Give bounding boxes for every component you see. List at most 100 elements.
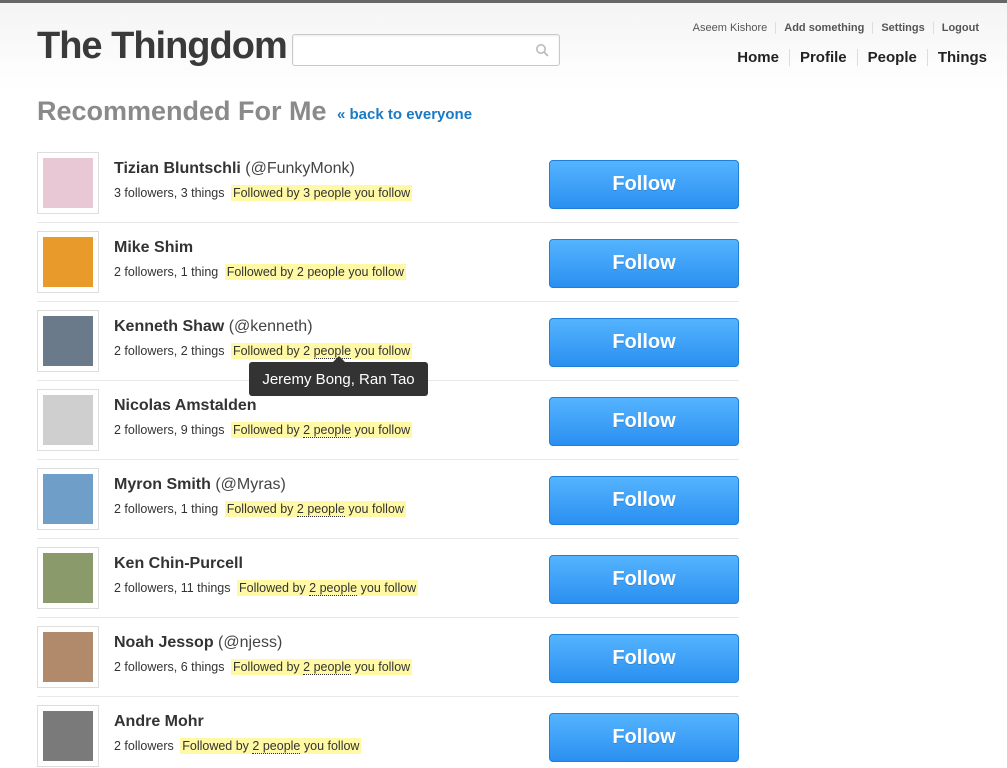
followed-by-badge: Followed by 3 people you follow — [230, 185, 413, 201]
followers-tooltip: Jeremy Bong, Ran Tao — [249, 356, 428, 396]
avatar[interactable] — [37, 389, 99, 451]
user-name-link[interactable]: Aseem Kishore — [685, 22, 776, 34]
logout-link[interactable]: Logout — [932, 22, 987, 34]
person-name-line: Ken Chin-Purcell — [114, 555, 243, 573]
search-icon[interactable] — [535, 43, 549, 57]
person-handle: (@Myras) — [215, 476, 286, 493]
followed-by-badge: Followed by 2 people you follow — [180, 738, 362, 754]
avatar[interactable] — [37, 468, 99, 530]
person-stats: 2 followers, 11 things — [114, 581, 231, 595]
person-name[interactable]: Kenneth Shaw — [114, 318, 224, 335]
avatar[interactable] — [37, 310, 99, 372]
person-row: Ken Chin-Purcell 2 followers, 11 things … — [37, 539, 739, 618]
person-stats-line: 2 followers, 6 things Followed by 2 peop… — [114, 659, 413, 675]
followed-by-suffix: you follow — [300, 739, 360, 753]
avatar-image — [43, 158, 93, 208]
avatar[interactable] — [37, 152, 99, 214]
followed-by-badge: Followed by 2 people you follow — [236, 580, 419, 596]
followed-by-badge: Followed by 2 people you follow — [230, 659, 413, 675]
followed-by-prefix: Followed by 2 — [226, 265, 308, 279]
avatar-image — [43, 711, 93, 761]
person-stats: 2 followers, 1 thing — [114, 502, 219, 516]
followed-by-prefix: Followed by — [182, 739, 253, 753]
nav-people[interactable]: People — [856, 49, 927, 66]
followed-by-prefix: Followed by — [226, 502, 297, 516]
followed-by-people-link[interactable]: 2 people — [303, 423, 352, 438]
site-logo[interactable]: The Thingdom — [37, 25, 288, 68]
followed-by-prefix: Followed by — [232, 423, 304, 437]
person-row: Andre Mohr 2 followers Followed by 2 peo… — [37, 697, 739, 768]
person-stats: 2 followers, 6 things — [114, 660, 225, 674]
person-name-line: Andre Mohr — [114, 713, 204, 731]
person-handle: (@njess) — [218, 634, 283, 651]
followed-by-suffix: you follow — [351, 344, 411, 358]
followed-by-suffix: you follow — [351, 660, 411, 674]
person-row: Mike Shim 2 followers, 1 thing Followed … — [37, 223, 739, 302]
avatar[interactable] — [37, 547, 99, 609]
person-stats-line: 2 followers, 11 things Followed by 2 peo… — [114, 580, 419, 596]
avatar[interactable] — [37, 626, 99, 688]
person-name-line: Myron Smith (@Myras) — [114, 476, 286, 494]
avatar-image — [43, 237, 93, 287]
person-stats: 2 followers, 2 things — [114, 344, 225, 358]
person-stats: 2 followers, 9 things — [114, 423, 225, 437]
person-name[interactable]: Noah Jessop — [114, 634, 214, 651]
person-stats: 2 followers — [114, 739, 174, 753]
followed-by-badge: Followed by 2 people you follow — [230, 343, 413, 359]
followed-by-badge: Followed by 2 people you follow — [230, 422, 413, 438]
back-to-everyone-link[interactable]: « back to everyone — [337, 106, 472, 123]
person-handle: (@kenneth) — [228, 318, 313, 335]
follow-button[interactable]: Follow — [549, 160, 739, 209]
avatar-image — [43, 395, 93, 445]
person-name[interactable]: Mike Shim — [114, 239, 193, 256]
person-stats-line: 2 followers, 9 things Followed by 2 peop… — [114, 422, 413, 438]
avatar[interactable] — [37, 705, 99, 767]
settings-link[interactable]: Settings — [872, 22, 932, 34]
person-name-line: Nicolas Amstalden — [114, 397, 257, 415]
people-list: Tizian Bluntschli (@FunkyMonk) 3 followe… — [37, 144, 739, 768]
followed-by-people-link[interactable]: 2 people — [309, 581, 358, 596]
followed-by-suffix: you follow — [351, 423, 411, 437]
utility-nav: Aseem Kishore Add something Settings Log… — [685, 22, 987, 34]
person-name[interactable]: Myron Smith — [114, 476, 211, 493]
nav-home[interactable]: Home — [727, 49, 789, 66]
follow-button[interactable]: Follow — [549, 476, 739, 525]
follow-button[interactable]: Follow — [549, 713, 739, 762]
person-row: Myron Smith (@Myras) 2 followers, 1 thin… — [37, 460, 739, 539]
main-nav: Home Profile People Things — [727, 49, 987, 66]
follow-button[interactable]: Follow — [549, 318, 739, 367]
nav-profile[interactable]: Profile — [788, 49, 857, 66]
nav-things[interactable]: Things — [926, 49, 987, 66]
person-stats-line: 2 followers, 1 thing Followed by 2 peopl… — [114, 264, 406, 280]
person-name[interactable]: Tizian Bluntschli — [114, 160, 241, 177]
followed-by-suffix: you follow — [357, 581, 417, 595]
followed-by-people-link[interactable]: 2 people — [252, 739, 301, 754]
person-name-line: Tizian Bluntschli (@FunkyMonk) — [114, 160, 355, 178]
followed-by-prefix: Followed by 3 — [232, 186, 314, 200]
follow-button[interactable]: Follow — [549, 555, 739, 604]
person-row: Noah Jessop (@njess) 2 followers, 6 thin… — [37, 618, 739, 697]
add-something-link[interactable]: Add something — [775, 22, 872, 34]
followed-by-badge: Followed by 2 people you follow — [224, 501, 406, 517]
person-name[interactable]: Ken Chin-Purcell — [114, 555, 243, 572]
avatar-image — [43, 316, 93, 366]
follow-button[interactable]: Follow — [549, 634, 739, 683]
avatar-image — [43, 474, 93, 524]
person-name[interactable]: Nicolas Amstalden — [114, 397, 257, 414]
followed-by-people-link[interactable]: 2 people — [303, 660, 352, 675]
avatar-image — [43, 632, 93, 682]
person-name-line: Kenneth Shaw (@kenneth) — [114, 318, 313, 336]
followed-by-prefix: Followed by 2 — [232, 344, 314, 358]
person-stats-line: 3 followers, 3 things Followed by 3 peop… — [114, 185, 413, 201]
avatar[interactable] — [37, 231, 99, 293]
search-input[interactable] — [292, 34, 560, 66]
follow-button[interactable]: Follow — [549, 397, 739, 446]
person-name[interactable]: Andre Mohr — [114, 713, 204, 730]
followed-by-people-link[interactable]: 2 people — [296, 502, 345, 517]
avatar-image — [43, 553, 93, 603]
person-stats-line: 2 followers, 1 thing Followed by 2 peopl… — [114, 501, 406, 517]
person-name-line: Noah Jessop (@njess) — [114, 634, 282, 652]
follow-button[interactable]: Follow — [549, 239, 739, 288]
person-stats: 2 followers, 1 thing — [114, 265, 219, 279]
header: The Thingdom Aseem Kishore Add something… — [0, 0, 1007, 90]
